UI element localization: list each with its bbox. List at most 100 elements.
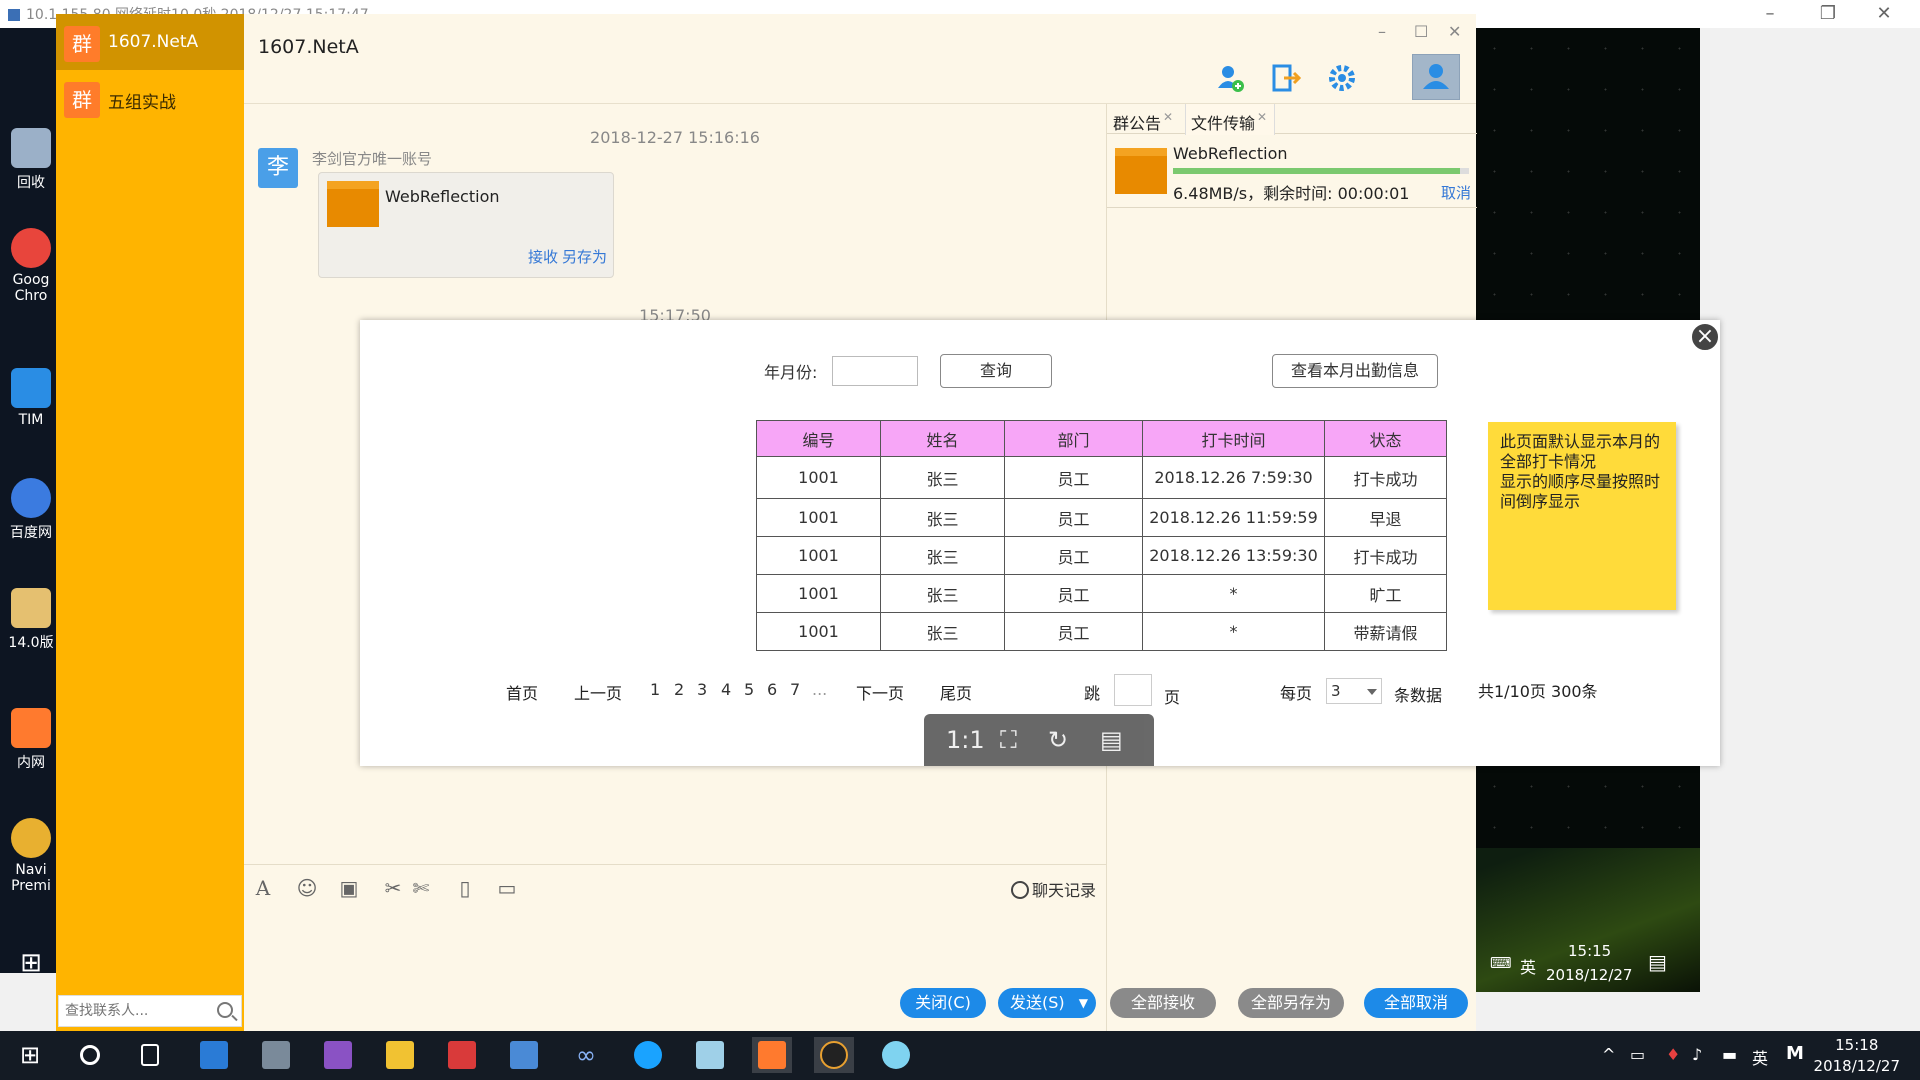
font-icon[interactable]: A (252, 877, 274, 899)
chat-item-1607neta[interactable]: 群 1607.NetA (56, 14, 244, 70)
right-panel-tabs: 群公告 ✕ 文件传输 ✕ (1107, 104, 1477, 135)
taskbar-app-remote[interactable] (504, 1037, 544, 1073)
per-page-label: 每页 (1280, 684, 1313, 703)
taskbar-app-vs[interactable] (194, 1037, 234, 1073)
taskbar-app-tools[interactable] (256, 1037, 296, 1073)
antivirus-icon[interactable]: ♦ (1666, 1045, 1680, 1064)
table-cell: 2018.12.26 7:59:30 (1142, 456, 1325, 499)
emoji-icon[interactable]: ☺ (296, 877, 318, 899)
page-number[interactable]: 2 (674, 680, 684, 699)
actual-size-button[interactable]: 1:1 (946, 726, 985, 754)
receive-link[interactable]: 接收 (528, 248, 558, 266)
close-chat-button[interactable]: 关闭(C) (900, 988, 986, 1018)
year-month-input[interactable] (832, 356, 918, 386)
next-page-link[interactable]: 下一页 (856, 680, 904, 704)
desktop-icon-chrome[interactable]: Goog Chro (8, 228, 54, 304)
avatar[interactable]: 李 (258, 148, 298, 188)
first-page-link[interactable]: 首页 (506, 680, 538, 704)
view-month-button[interactable]: 查看本月出勤信息 (1272, 354, 1438, 388)
chat-item-wuzu[interactable]: 群 五组实战 (56, 70, 244, 126)
close-button[interactable]: ✕ (1866, 2, 1902, 26)
transfer-cancel-link[interactable]: 取消 (1441, 182, 1471, 203)
per-page-select[interactable]: 3 (1326, 678, 1382, 704)
taskbar-app-visualstudio[interactable] (318, 1037, 358, 1073)
lang-indicator[interactable]: 英 (1752, 1045, 1768, 1069)
chat-item-name: 五组实战 (108, 93, 176, 113)
rotate-icon[interactable]: ↻ (1048, 726, 1068, 754)
chat-history-button[interactable]: 聊天记录 (1010, 877, 1096, 901)
tab-close-icon[interactable]: ✕ (1163, 110, 1173, 124)
search-button[interactable] (70, 1037, 110, 1073)
query-button[interactable]: 查询 (940, 354, 1052, 388)
search-icon[interactable] (217, 1002, 233, 1018)
remote-notification-icon[interactable]: ▤ (1648, 950, 1667, 974)
prev-page-link[interactable]: 上一页 (574, 680, 622, 704)
ime-indicator[interactable]: M (1786, 1043, 1804, 1064)
remote-lang-indicator[interactable]: 英 (1520, 954, 1536, 978)
save-all-button[interactable]: 全部另存为 (1238, 988, 1344, 1018)
start-button[interactable]: ⊞ (10, 1037, 50, 1073)
exit-group-icon[interactable] (1266, 58, 1306, 98)
add-member-icon[interactable] (1210, 58, 1250, 98)
taskbar-clock[interactable]: 15:18 2018/12/27 (1814, 1035, 1900, 1077)
desktop-icon-recycle[interactable]: 回收 (8, 128, 54, 192)
desktop-icon-navicat[interactable]: Navi Premi (8, 818, 54, 894)
desktop-icon-folder[interactable]: 14.0版 (8, 588, 54, 652)
page-number[interactable]: 6 (767, 680, 777, 699)
battery-icon[interactable]: ▬ (1722, 1045, 1737, 1064)
desktop-icon-tim[interactable]: TIM (8, 368, 54, 428)
contact-search[interactable] (58, 995, 242, 1027)
page-number[interactable]: 4 (721, 680, 731, 699)
viewer-close-icon[interactable]: × (1690, 322, 1720, 352)
chat-close-button[interactable]: ✕ (1448, 22, 1461, 41)
desktop-icon-baidu[interactable]: 百度网 (8, 478, 54, 542)
accept-all-button[interactable]: 全部接收 (1110, 988, 1216, 1018)
remote-clock-date: 2018/12/27 (1546, 966, 1633, 984)
save-as-link[interactable]: 另存为 (562, 248, 607, 266)
remote-network-icon[interactable]: ⌨ (1490, 954, 1512, 972)
infinity-icon: ∞ (576, 1041, 596, 1069)
chat-minimize-button[interactable]: – (1378, 22, 1386, 41)
screenshot-icon[interactable]: ✄ (410, 877, 432, 899)
remote-start-button[interactable]: ⊞ (8, 948, 54, 978)
taskbar-app-mail[interactable] (442, 1037, 482, 1073)
settings-gear-icon[interactable] (1322, 58, 1362, 98)
taskbar-app-chat[interactable] (752, 1037, 792, 1073)
scissors-icon[interactable]: ✂ (382, 877, 404, 899)
members-icon[interactable] (1412, 54, 1460, 100)
taskbar-app-explorer[interactable] (380, 1037, 420, 1073)
page-number[interactable]: 1 (650, 680, 660, 699)
taskbar-app-flower[interactable] (876, 1037, 916, 1073)
transfer-info: 6.48MB/s，剩余时间: 00:00:01 (1173, 184, 1410, 203)
image-icon[interactable]: ▣ (338, 877, 360, 899)
tab-file-transfer[interactable]: 文件传输 ✕ (1191, 110, 1267, 134)
taskbar-app-infinity[interactable]: ∞ (566, 1037, 606, 1073)
network-icon[interactable]: ▭ (1630, 1045, 1645, 1064)
volume-icon[interactable]: ♪ (1692, 1045, 1702, 1064)
fit-icon[interactable]: ⛶ (1000, 726, 1017, 754)
tray-overflow-icon[interactable]: ^ (1602, 1045, 1615, 1064)
records-label: 条数据 (1394, 686, 1443, 705)
tab-announcement[interactable]: 群公告 ✕ (1113, 110, 1173, 134)
folder-send-icon[interactable]: ▭ (496, 877, 518, 899)
send-button[interactable]: 发送(S) ▼ (998, 988, 1096, 1018)
send-dropdown-icon[interactable]: ▼ (1079, 988, 1088, 1018)
cancel-all-button[interactable]: 全部取消 (1364, 988, 1468, 1018)
tab-close-icon[interactable]: ✕ (1257, 110, 1267, 124)
task-view-button[interactable] (130, 1037, 170, 1073)
save-icon[interactable]: ▤ (1100, 726, 1123, 754)
jump-page-input[interactable] (1114, 674, 1152, 706)
taskbar-app-browser[interactable] (628, 1037, 668, 1073)
taskbar-app-notes[interactable] (690, 1037, 730, 1073)
last-page-link[interactable]: 尾页 (940, 680, 972, 704)
contact-search-input[interactable] (59, 996, 209, 1026)
file-icon[interactable]: ▯ (454, 877, 476, 899)
desktop-icon-intranet[interactable]: 内网 (8, 708, 54, 772)
page-number[interactable]: 7 (790, 680, 800, 699)
taskbar-app-game[interactable] (814, 1037, 854, 1073)
page-number[interactable]: 5 (744, 680, 754, 699)
chat-maximize-button[interactable]: ☐ (1414, 22, 1428, 41)
minimize-button[interactable]: – (1752, 2, 1788, 26)
restore-button[interactable]: ❐ (1810, 2, 1846, 26)
page-number[interactable]: 3 (697, 680, 707, 699)
